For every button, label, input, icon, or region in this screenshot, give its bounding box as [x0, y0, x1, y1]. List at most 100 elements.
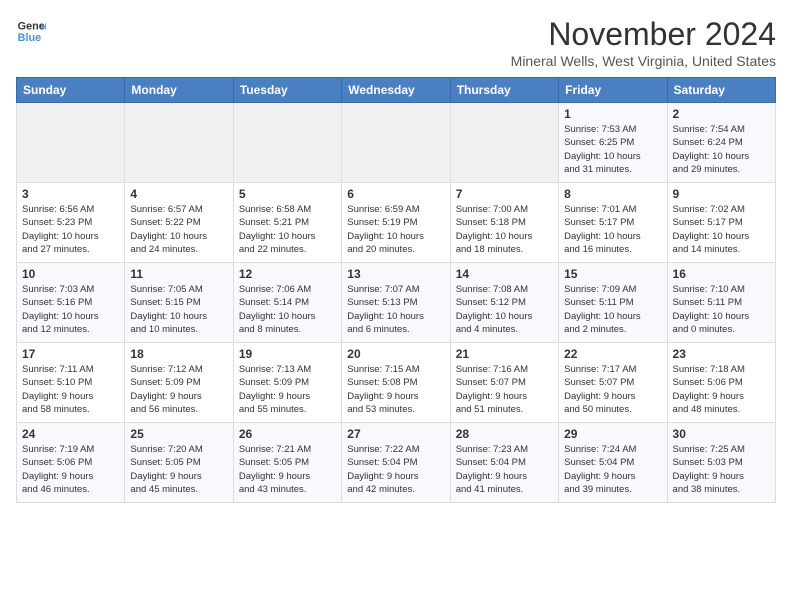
- day-number: 17: [22, 347, 119, 361]
- day-number: 3: [22, 187, 119, 201]
- day-info: Sunrise: 7:25 AM Sunset: 5:03 PM Dayligh…: [673, 444, 745, 495]
- day-number: 21: [456, 347, 553, 361]
- day-number: 16: [673, 267, 770, 281]
- calendar-week-row: 10 Sunrise: 7:03 AM Sunset: 5:16 PM Dayli…: [17, 263, 776, 343]
- day-info: Sunrise: 7:05 AM Sunset: 5:15 PM Dayligh…: [130, 284, 207, 335]
- day-number: 29: [564, 427, 661, 441]
- weekday-header-cell: Sunday: [17, 78, 125, 103]
- day-number: 20: [347, 347, 444, 361]
- day-info: Sunrise: 7:21 AM Sunset: 5:05 PM Dayligh…: [239, 444, 311, 495]
- weekday-header-row: SundayMondayTuesdayWednesdayThursdayFrid…: [17, 78, 776, 103]
- calendar-day-cell: 15Sunrise: 7:09 AM Sunset: 5:11 PM Dayli…: [559, 263, 667, 343]
- calendar-day-cell: [17, 103, 125, 183]
- logo-icon: General Blue: [16, 16, 46, 46]
- day-number: 4: [130, 187, 227, 201]
- day-number: 2: [673, 107, 770, 121]
- calendar-day-cell: 12Sunrise: 7:06 AM Sunset: 5:14 PM Dayli…: [233, 263, 341, 343]
- calendar-day-cell: [342, 103, 450, 183]
- day-number: 15: [564, 267, 661, 281]
- calendar-day-cell: 20 Sunrise: 7:15 AM Sunset: 5:08 PM Dayli…: [342, 343, 450, 423]
- day-number: 9: [673, 187, 770, 201]
- calendar-day-cell: 4 Sunrise: 6:57 AM Sunset: 5:22 PM Daylig…: [125, 183, 233, 263]
- calendar-day-cell: 17 Sunrise: 7:11 AM Sunset: 5:10 PM Dayli…: [17, 343, 125, 423]
- calendar-day-cell: 16Sunrise: 7:10 AM Sunset: 5:11 PM Dayli…: [667, 263, 775, 343]
- calendar-day-cell: 28Sunrise: 7:23 AM Sunset: 5:04 PM Dayli…: [450, 423, 558, 503]
- day-info: Sunrise: 6:59 AM Sunset: 5:19 PM Dayligh…: [347, 204, 424, 255]
- calendar-day-cell: 25Sunrise: 7:20 AM Sunset: 5:05 PM Dayli…: [125, 423, 233, 503]
- day-info: Sunrise: 7:08 AM Sunset: 5:12 PM Dayligh…: [456, 284, 533, 335]
- day-info: Sunrise: 7:15 AM Sunset: 5:08 PM Dayligh…: [347, 364, 419, 415]
- day-info: Sunrise: 7:12 AM Sunset: 5:09 PM Dayligh…: [130, 364, 202, 415]
- day-info: Sunrise: 7:13 AM Sunset: 5:09 PM Dayligh…: [239, 364, 311, 415]
- calendar-day-cell: 26 Sunrise: 7:21 AM Sunset: 5:05 PM Dayli…: [233, 423, 341, 503]
- day-info: Sunrise: 7:00 AM Sunset: 5:18 PM Dayligh…: [456, 204, 533, 255]
- day-number: 12: [239, 267, 336, 281]
- calendar-day-cell: 11Sunrise: 7:05 AM Sunset: 5:15 PM Dayli…: [125, 263, 233, 343]
- day-info: Sunrise: 7:22 AM Sunset: 5:04 PM Dayligh…: [347, 444, 419, 495]
- day-number: 14: [456, 267, 553, 281]
- day-number: 1: [564, 107, 661, 121]
- day-number: 18: [130, 347, 227, 361]
- calendar-day-cell: 6 Sunrise: 6:59 AM Sunset: 5:19 PM Daylig…: [342, 183, 450, 263]
- day-info: Sunrise: 7:07 AM Sunset: 5:13 PM Dayligh…: [347, 284, 424, 335]
- weekday-header-cell: Friday: [559, 78, 667, 103]
- calendar-day-cell: 23Sunrise: 7:18 AM Sunset: 5:06 PM Dayli…: [667, 343, 775, 423]
- page-header: General Blue November 2024 Mineral Wells…: [16, 16, 776, 69]
- calendar-week-row: 24 Sunrise: 7:19 AM Sunset: 5:06 PM Dayli…: [17, 423, 776, 503]
- day-number: 13: [347, 267, 444, 281]
- calendar-table: SundayMondayTuesdayWednesdayThursdayFrid…: [16, 77, 776, 503]
- day-info: Sunrise: 7:02 AM Sunset: 5:17 PM Dayligh…: [673, 204, 750, 255]
- calendar-day-cell: [233, 103, 341, 183]
- calendar-day-cell: 10 Sunrise: 7:03 AM Sunset: 5:16 PM Dayli…: [17, 263, 125, 343]
- day-number: 25: [130, 427, 227, 441]
- day-info: Sunrise: 7:16 AM Sunset: 5:07 PM Dayligh…: [456, 364, 528, 415]
- day-number: 7: [456, 187, 553, 201]
- calendar-day-cell: 8 Sunrise: 7:01 AM Sunset: 5:17 PM Daylig…: [559, 183, 667, 263]
- day-number: 8: [564, 187, 661, 201]
- calendar-day-cell: 13 Sunrise: 7:07 AM Sunset: 5:13 PM Dayli…: [342, 263, 450, 343]
- weekday-header-cell: Wednesday: [342, 78, 450, 103]
- day-number: 26: [239, 427, 336, 441]
- day-info: Sunrise: 7:11 AM Sunset: 5:10 PM Dayligh…: [22, 364, 94, 415]
- calendar-day-cell: 1 Sunrise: 7:53 AM Sunset: 6:25 PM Daylig…: [559, 103, 667, 183]
- calendar-day-cell: 27 Sunrise: 7:22 AM Sunset: 5:04 PM Dayli…: [342, 423, 450, 503]
- day-number: 19: [239, 347, 336, 361]
- day-info: Sunrise: 6:57 AM Sunset: 5:22 PM Dayligh…: [130, 204, 207, 255]
- day-number: 24: [22, 427, 119, 441]
- calendar-day-cell: [450, 103, 558, 183]
- calendar-day-cell: 7 Sunrise: 7:00 AM Sunset: 5:18 PM Daylig…: [450, 183, 558, 263]
- weekday-header-cell: Monday: [125, 78, 233, 103]
- calendar-week-row: 17 Sunrise: 7:11 AM Sunset: 5:10 PM Dayli…: [17, 343, 776, 423]
- calendar-week-row: 1 Sunrise: 7:53 AM Sunset: 6:25 PM Daylig…: [17, 103, 776, 183]
- weekday-header-cell: Saturday: [667, 78, 775, 103]
- location: Mineral Wells, West Virginia, United Sta…: [511, 53, 776, 69]
- day-info: Sunrise: 7:19 AM Sunset: 5:06 PM Dayligh…: [22, 444, 94, 495]
- day-info: Sunrise: 7:53 AM Sunset: 6:25 PM Dayligh…: [564, 124, 641, 175]
- calendar-day-cell: 21 Sunrise: 7:16 AM Sunset: 5:07 PM Dayli…: [450, 343, 558, 423]
- day-number: 10: [22, 267, 119, 281]
- weekday-header-cell: Thursday: [450, 78, 558, 103]
- day-number: 27: [347, 427, 444, 441]
- day-info: Sunrise: 6:58 AM Sunset: 5:21 PM Dayligh…: [239, 204, 316, 255]
- logo: General Blue: [16, 16, 46, 46]
- title-block: November 2024 Mineral Wells, West Virgin…: [511, 16, 776, 69]
- month-title: November 2024: [511, 16, 776, 53]
- day-info: Sunrise: 7:03 AM Sunset: 5:16 PM Dayligh…: [22, 284, 99, 335]
- day-info: Sunrise: 7:01 AM Sunset: 5:17 PM Dayligh…: [564, 204, 641, 255]
- day-info: Sunrise: 6:56 AM Sunset: 5:23 PM Dayligh…: [22, 204, 99, 255]
- calendar-body: 1 Sunrise: 7:53 AM Sunset: 6:25 PM Daylig…: [17, 103, 776, 503]
- weekday-header-cell: Tuesday: [233, 78, 341, 103]
- day-number: 28: [456, 427, 553, 441]
- day-number: 23: [673, 347, 770, 361]
- day-number: 30: [673, 427, 770, 441]
- calendar-day-cell: 30 Sunrise: 7:25 AM Sunset: 5:03 PM Dayli…: [667, 423, 775, 503]
- calendar-week-row: 3 Sunrise: 6:56 AM Sunset: 5:23 PM Daylig…: [17, 183, 776, 263]
- day-number: 6: [347, 187, 444, 201]
- day-info: Sunrise: 7:54 AM Sunset: 6:24 PM Dayligh…: [673, 124, 750, 175]
- calendar-day-cell: 19 Sunrise: 7:13 AM Sunset: 5:09 PM Dayli…: [233, 343, 341, 423]
- calendar-day-cell: 29Sunrise: 7:24 AM Sunset: 5:04 PM Dayli…: [559, 423, 667, 503]
- day-info: Sunrise: 7:17 AM Sunset: 5:07 PM Dayligh…: [564, 364, 636, 415]
- svg-text:Blue: Blue: [18, 32, 41, 44]
- day-number: 22: [564, 347, 661, 361]
- calendar-day-cell: [125, 103, 233, 183]
